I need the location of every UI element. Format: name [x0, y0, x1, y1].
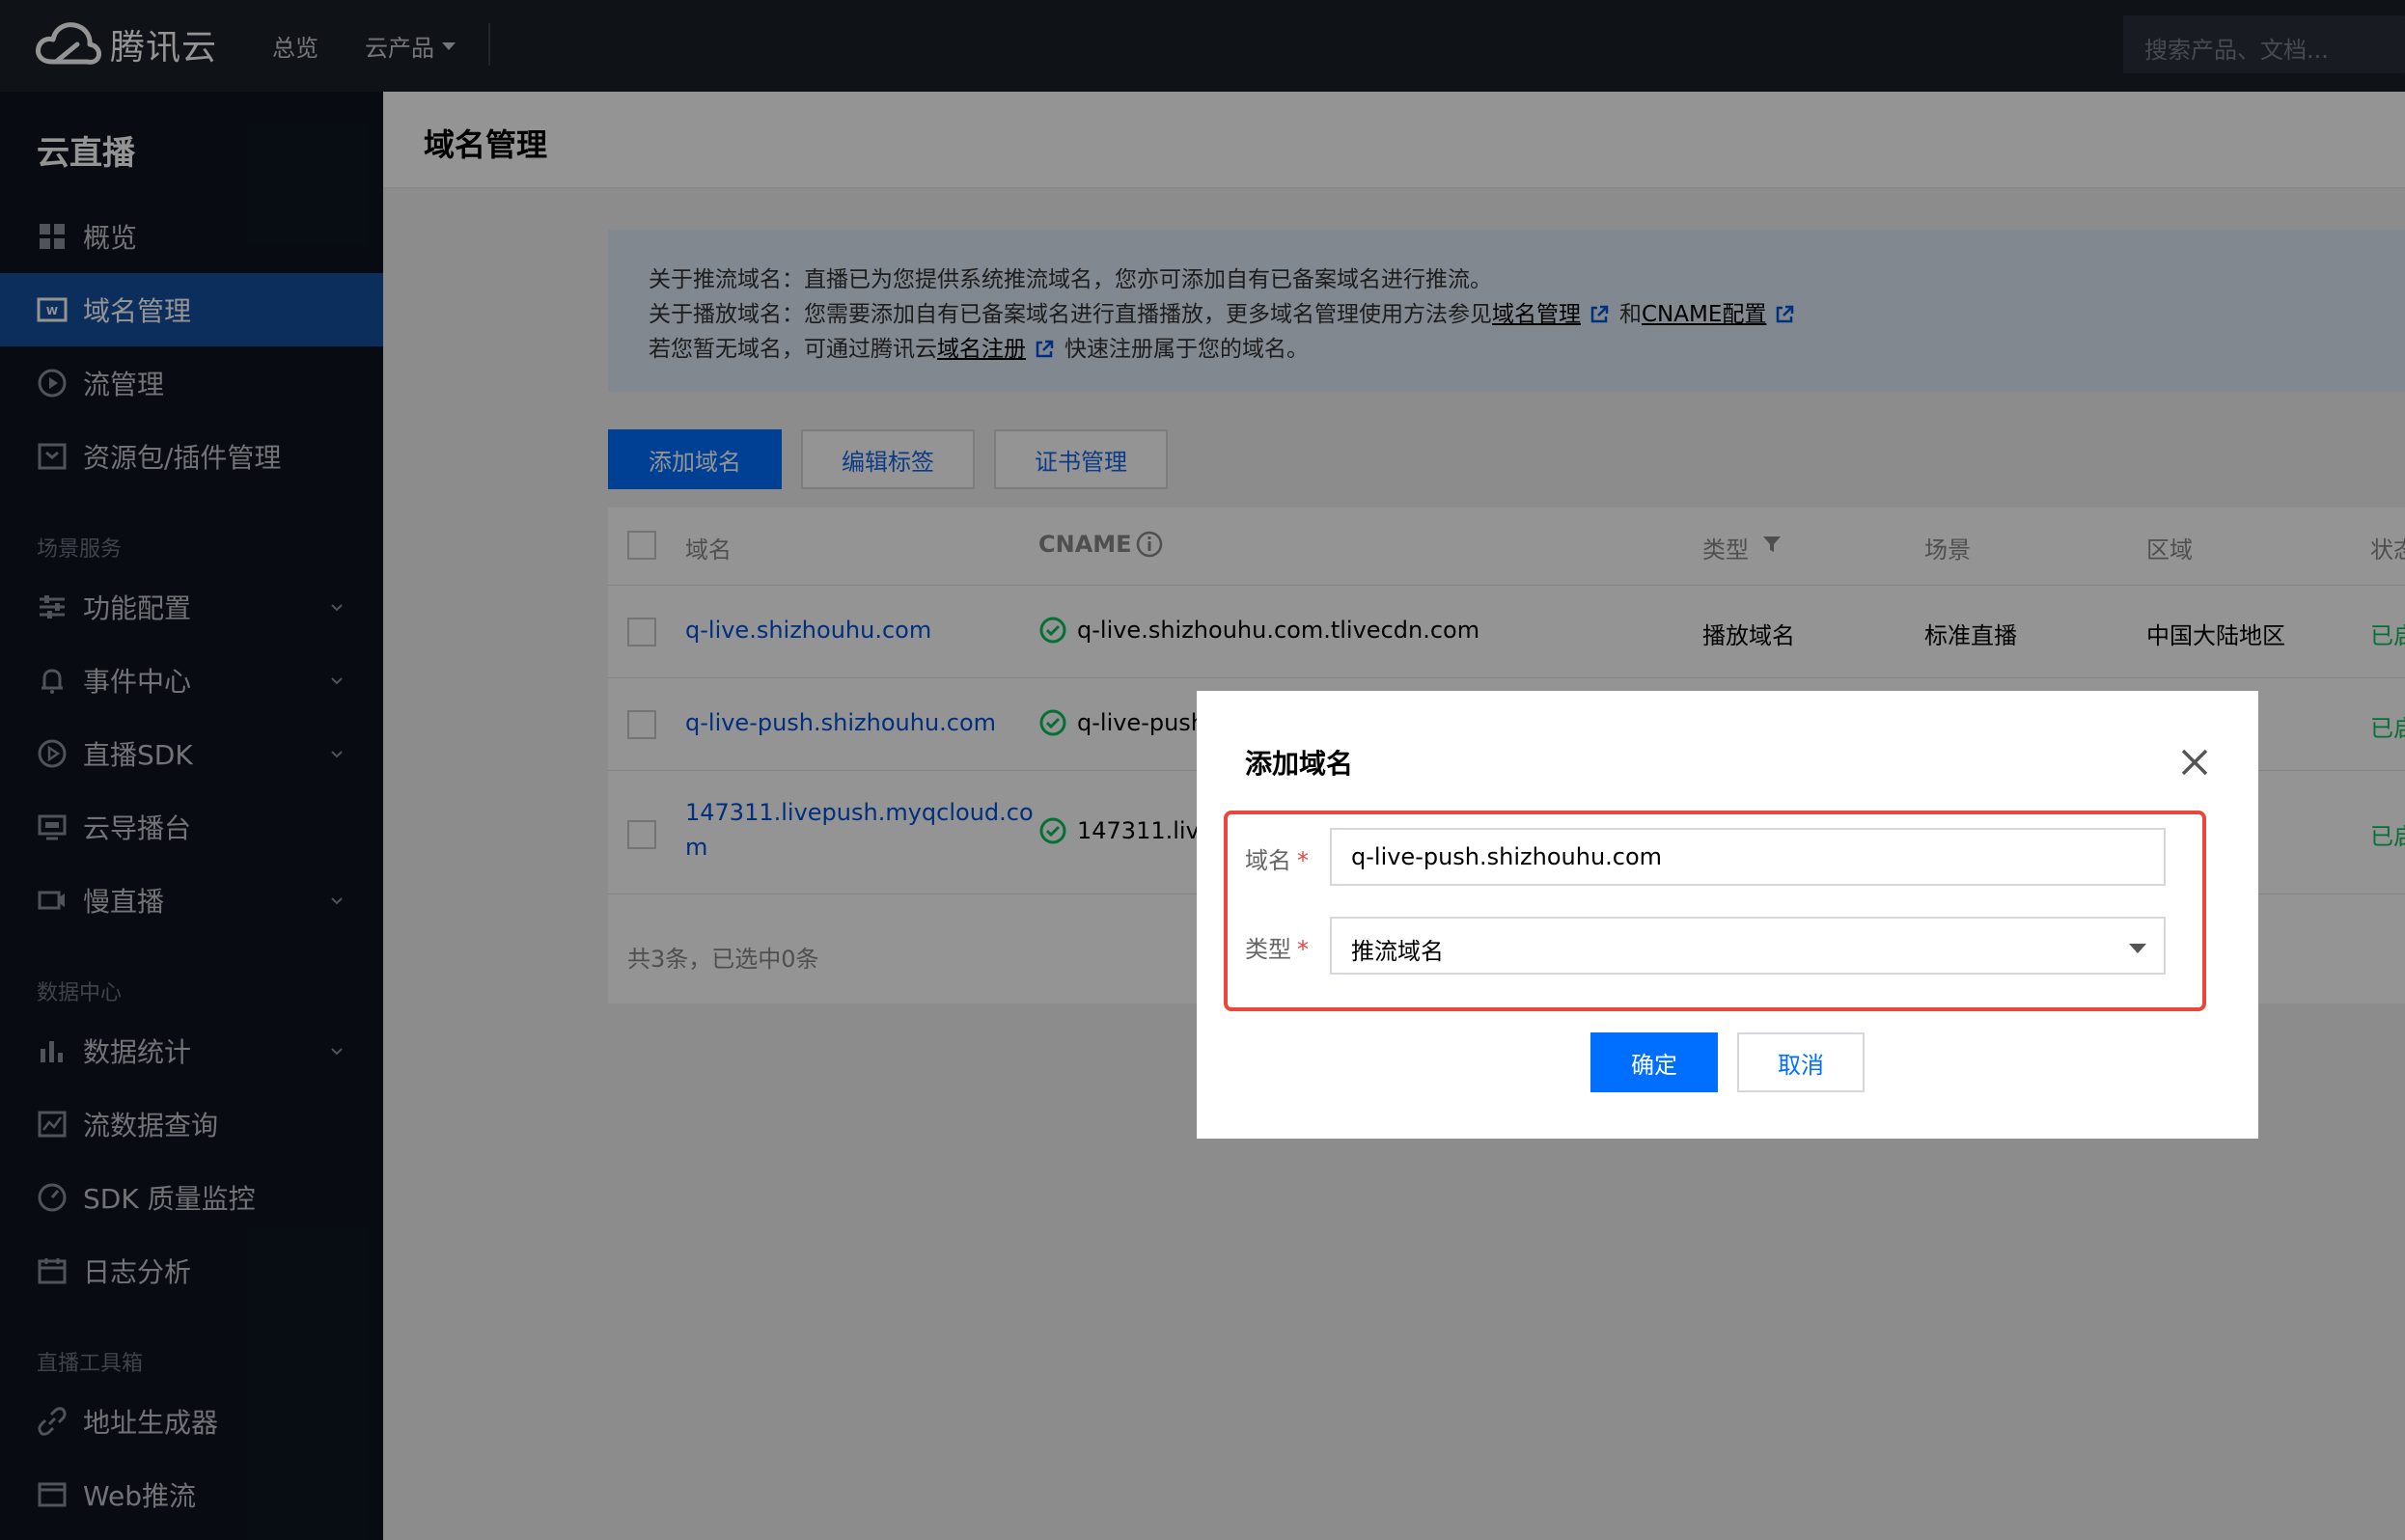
cancel-button[interactable]: 取消: [1737, 1032, 1865, 1092]
add-domain-dialog: 添加域名 域名* 类型* 推流域名 确定 取消: [1197, 691, 2258, 1139]
required-mark: *: [1297, 847, 1309, 874]
required-mark: *: [1297, 936, 1309, 963]
type-label-text: 类型: [1245, 936, 1291, 963]
domain-field-label: 域名 *: [1245, 841, 1309, 875]
domain-label-text: 域名: [1245, 847, 1291, 874]
close-icon[interactable]: [2179, 747, 2210, 778]
type-select[interactable]: 推流域名: [1330, 917, 2166, 975]
caret-down-icon: [2129, 944, 2146, 953]
confirm-button[interactable]: 确定: [1590, 1032, 1718, 1092]
dialog-title: 添加域名: [1245, 748, 1354, 780]
domain-input[interactable]: [1330, 828, 2166, 886]
type-field-label: 类型 *: [1245, 930, 1309, 964]
type-select-value: 推流域名: [1351, 938, 1444, 965]
